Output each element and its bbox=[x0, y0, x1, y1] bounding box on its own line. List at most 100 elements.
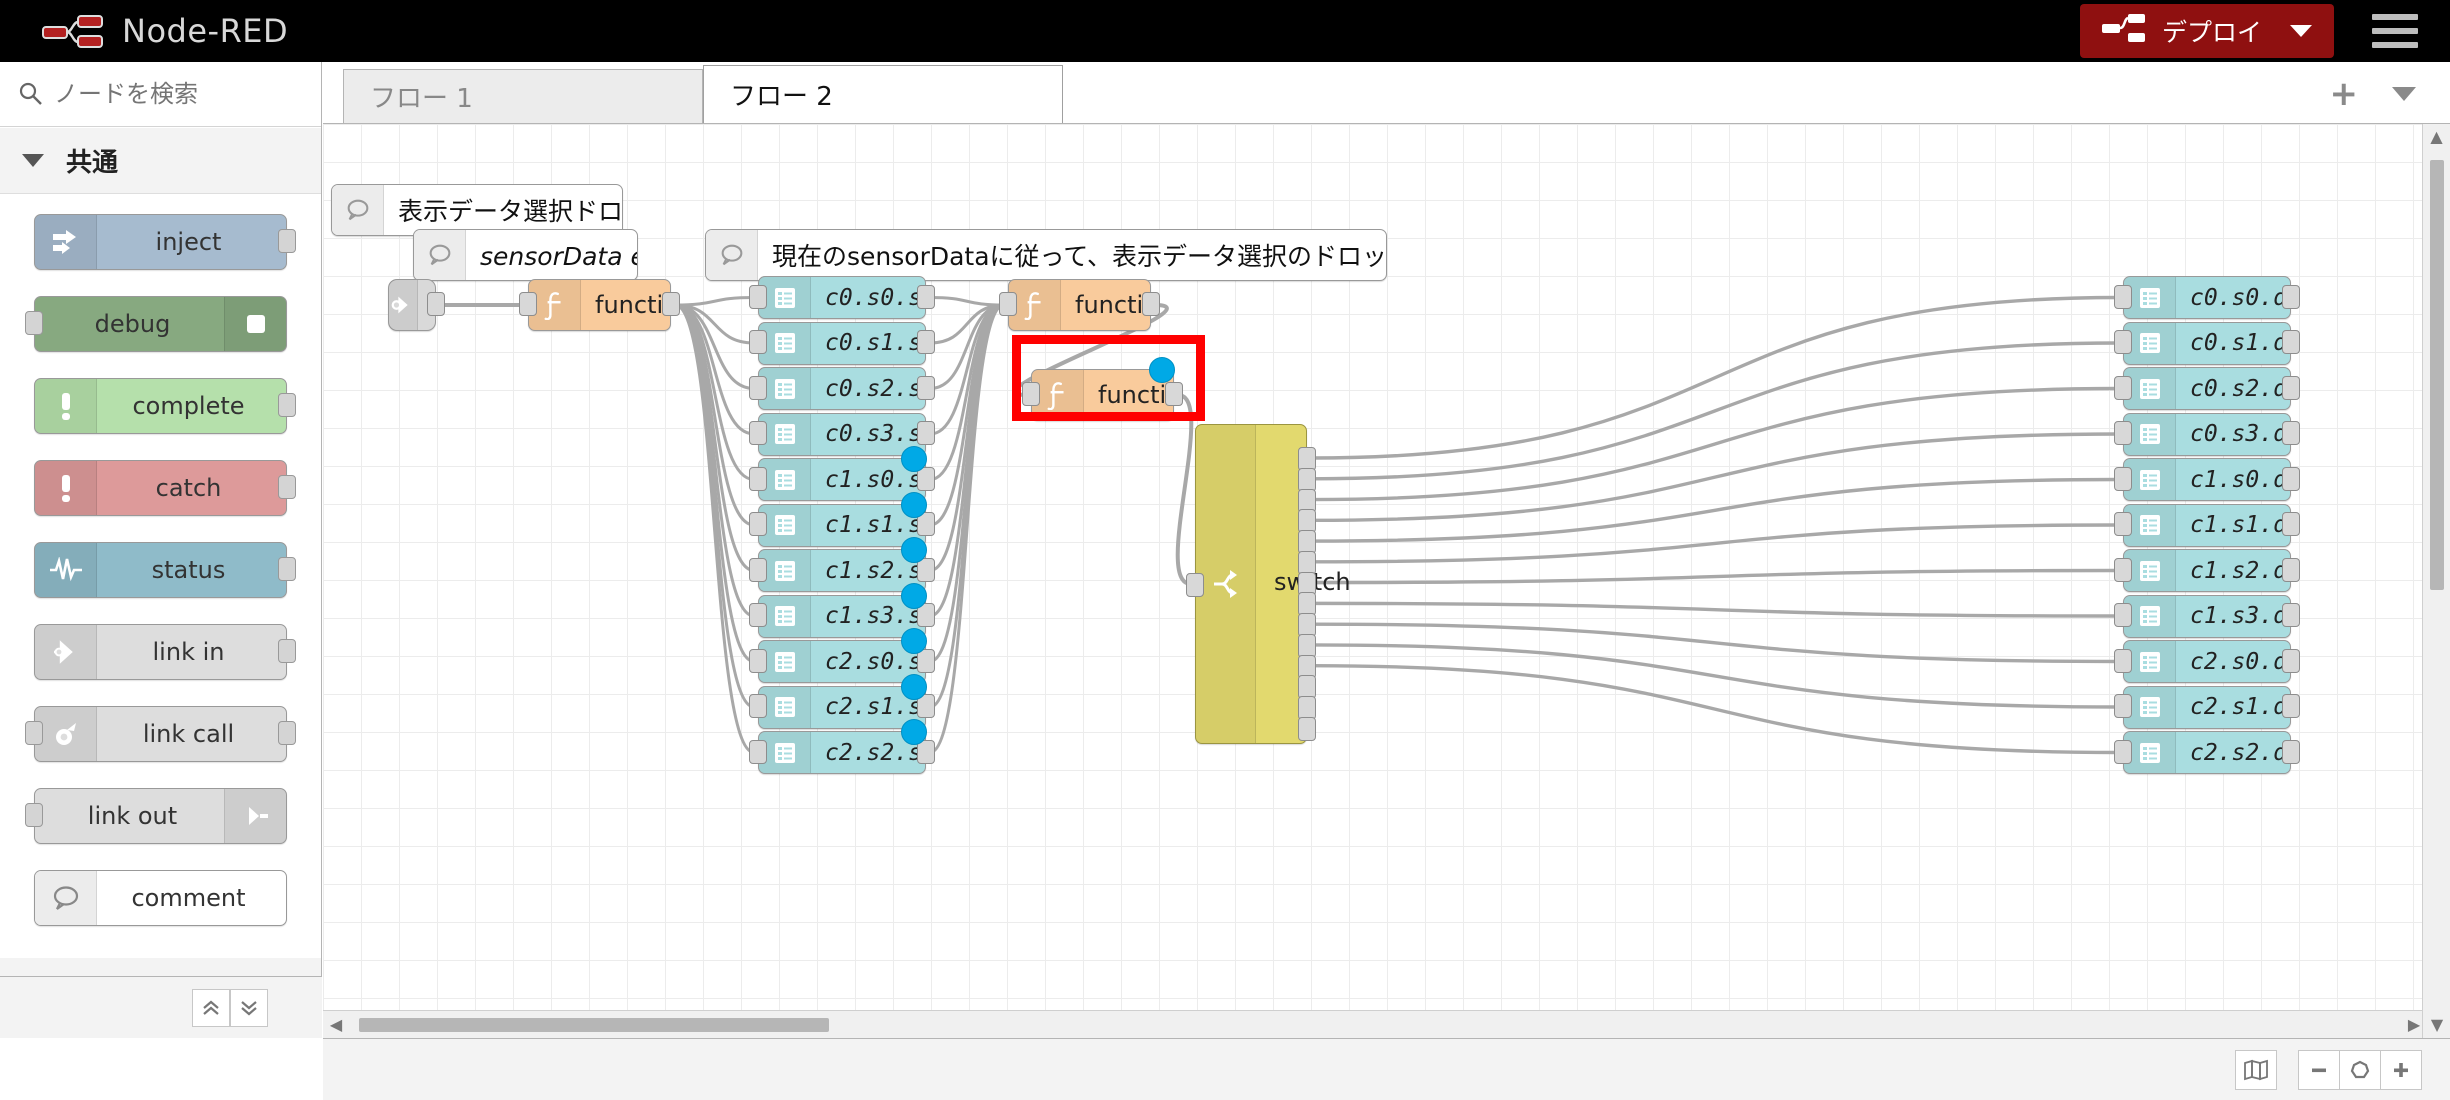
switch-input-port[interactable] bbox=[1186, 573, 1204, 597]
output-port[interactable] bbox=[2282, 466, 2300, 491]
input-port[interactable] bbox=[2114, 330, 2132, 354]
input-port[interactable] bbox=[749, 284, 767, 309]
link-in-node[interactable] bbox=[388, 279, 445, 331]
sensor-node-9[interactable]: c2.s1.sensor bbox=[749, 673, 935, 729]
chevron-up-icon[interactable]: ▲ bbox=[2423, 124, 2450, 150]
input-port[interactable] bbox=[2114, 512, 2132, 536]
output-port[interactable] bbox=[278, 721, 296, 745]
input-port[interactable] bbox=[999, 292, 1017, 316]
input-port[interactable] bbox=[2114, 603, 2132, 627]
datanal-node-3[interactable]: c0.s3.datana bbox=[2114, 412, 2300, 456]
sensor-node-2[interactable]: c0.s2.sensor bbox=[749, 367, 935, 410]
tab-flow-2[interactable]: フロー 2 bbox=[703, 65, 1063, 123]
output-port[interactable] bbox=[1142, 292, 1160, 316]
plus-icon[interactable] bbox=[2380, 1049, 2422, 1090]
input-port[interactable] bbox=[749, 512, 767, 536]
output-port[interactable] bbox=[917, 421, 935, 445]
search-input[interactable] bbox=[54, 80, 294, 108]
output-port[interactable] bbox=[917, 375, 935, 400]
input-port[interactable] bbox=[749, 603, 767, 627]
comment-node-2[interactable]: 現在のsensorDataに従って、表示データ選択のドロップダウンで選択可能な候… bbox=[705, 229, 1387, 281]
input-port[interactable] bbox=[25, 311, 43, 335]
palette-node-link-in[interactable]: link in bbox=[34, 624, 296, 680]
sensor-node-6[interactable]: c1.s2.sensor bbox=[749, 537, 935, 592]
input-port[interactable] bbox=[749, 330, 767, 354]
input-port[interactable] bbox=[2114, 466, 2132, 491]
input-port[interactable] bbox=[2114, 284, 2132, 309]
datanal-node-6[interactable]: c1.s2.datana bbox=[2114, 549, 2300, 592]
chevron-down-icon[interactable] bbox=[2290, 25, 2312, 37]
palette-node-status[interactable]: status bbox=[34, 542, 296, 598]
output-port[interactable] bbox=[2282, 739, 2300, 764]
sensor-node-3[interactable]: c0.s3.sensor bbox=[749, 412, 935, 456]
palette-node-complete[interactable]: complete bbox=[34, 378, 296, 434]
chevrons-down-icon[interactable] bbox=[230, 988, 268, 1027]
sensor-node-1[interactable]: c0.s1.sensor bbox=[749, 321, 935, 365]
input-port[interactable] bbox=[2114, 739, 2132, 764]
palette-node-debug[interactable]: debug bbox=[25, 296, 287, 352]
datanal-node-9[interactable]: c2.s1.datana bbox=[2114, 685, 2300, 729]
vertical-scrollbar[interactable]: ▲ ▼ bbox=[2422, 124, 2450, 1038]
flow-canvas[interactable]: 表示データ選択ドロップダウン sensorData event受信 現在のsenso… bbox=[323, 124, 2450, 1038]
output-port[interactable] bbox=[2282, 557, 2300, 582]
datanal-node-5[interactable]: c1.s1.datana bbox=[2114, 503, 2300, 547]
chevron-left-icon[interactable]: ◀ bbox=[323, 1015, 349, 1034]
output-port[interactable] bbox=[917, 284, 935, 309]
output-port[interactable] bbox=[278, 229, 296, 253]
input-port[interactable] bbox=[519, 292, 537, 316]
minus-icon[interactable] bbox=[2298, 1049, 2340, 1090]
horizontal-scrollbar[interactable]: ◀ ▶ bbox=[323, 1010, 2429, 1038]
input-port[interactable] bbox=[749, 466, 767, 491]
output-port[interactable] bbox=[917, 330, 935, 354]
input-port[interactable] bbox=[2114, 421, 2132, 445]
sensor-node-7[interactable]: c1.s3.sensor bbox=[749, 582, 935, 638]
palette-node-inject[interactable]: inject bbox=[34, 214, 296, 270]
input-port[interactable] bbox=[25, 803, 43, 827]
output-port[interactable] bbox=[2282, 648, 2300, 673]
input-port[interactable] bbox=[1022, 382, 1040, 406]
output-port[interactable] bbox=[662, 292, 680, 316]
zoom-reset-icon[interactable] bbox=[2339, 1049, 2381, 1090]
switch-node[interactable]: switch bbox=[1186, 424, 1351, 744]
horizontal-scroll-thumb[interactable] bbox=[359, 1017, 829, 1032]
comment-node-1[interactable]: sensorData event受信 bbox=[413, 229, 638, 281]
datanal-node-7[interactable]: c1.s3.datana bbox=[2114, 594, 2300, 638]
output-port[interactable] bbox=[278, 639, 296, 663]
chevron-down-icon[interactable]: ▼ bbox=[2423, 1012, 2450, 1038]
palette-category-common[interactable]: 共通 bbox=[0, 128, 321, 194]
input-port[interactable] bbox=[2114, 375, 2132, 400]
palette-scroll-area[interactable]: 共通 inject debug complete catch status li… bbox=[0, 128, 321, 1038]
output-port[interactable] bbox=[2282, 330, 2300, 354]
function-node-1[interactable]: function bbox=[999, 279, 1160, 331]
function-node-2[interactable]: function bbox=[1022, 357, 1183, 421]
deploy-button[interactable]: デプロイ bbox=[2079, 4, 2334, 58]
output-port[interactable] bbox=[2282, 603, 2300, 627]
sensor-node-0[interactable]: c0.s0.sensor bbox=[749, 276, 935, 319]
sensor-node-4[interactable]: c1.s0.sensor bbox=[749, 446, 935, 501]
switch-output-port-13[interactable] bbox=[1298, 717, 1316, 741]
map-navigator-icon[interactable] bbox=[2235, 1049, 2277, 1090]
input-port[interactable] bbox=[749, 648, 767, 673]
datanal-node-8[interactable]: c2.s0.datana bbox=[2114, 640, 2300, 683]
input-port[interactable] bbox=[2114, 694, 2132, 718]
datanal-node-10[interactable]: c2.s2.datana bbox=[2114, 731, 2300, 774]
palette-node-link-out[interactable]: link out bbox=[25, 788, 287, 844]
datanal-node-1[interactable]: c0.s1.datana bbox=[2114, 321, 2300, 365]
output-port[interactable] bbox=[2282, 694, 2300, 718]
output-port[interactable] bbox=[278, 475, 296, 499]
input-port[interactable] bbox=[2114, 648, 2132, 673]
tab-flow-1[interactable]: フロー 1 bbox=[343, 69, 703, 123]
input-port[interactable] bbox=[749, 375, 767, 400]
output-port[interactable] bbox=[2282, 512, 2300, 536]
plus-icon[interactable]: + bbox=[2330, 77, 2359, 111]
chevron-down-icon[interactable] bbox=[2392, 87, 2416, 101]
sensor-node-10[interactable]: c2.s2.sensor bbox=[749, 719, 935, 774]
palette-node-link-call[interactable]: link call bbox=[25, 706, 296, 762]
datanal-node-4[interactable]: c1.s0.datana bbox=[2114, 458, 2300, 501]
sensor-node-8[interactable]: c2.s0.sensor bbox=[749, 628, 935, 683]
function-node-0[interactable]: function bbox=[519, 279, 680, 331]
input-port[interactable] bbox=[749, 557, 767, 582]
output-port[interactable] bbox=[2282, 284, 2300, 309]
datanal-node-2[interactable]: c0.s2.datana bbox=[2114, 367, 2300, 410]
chevrons-up-icon[interactable] bbox=[192, 988, 230, 1027]
